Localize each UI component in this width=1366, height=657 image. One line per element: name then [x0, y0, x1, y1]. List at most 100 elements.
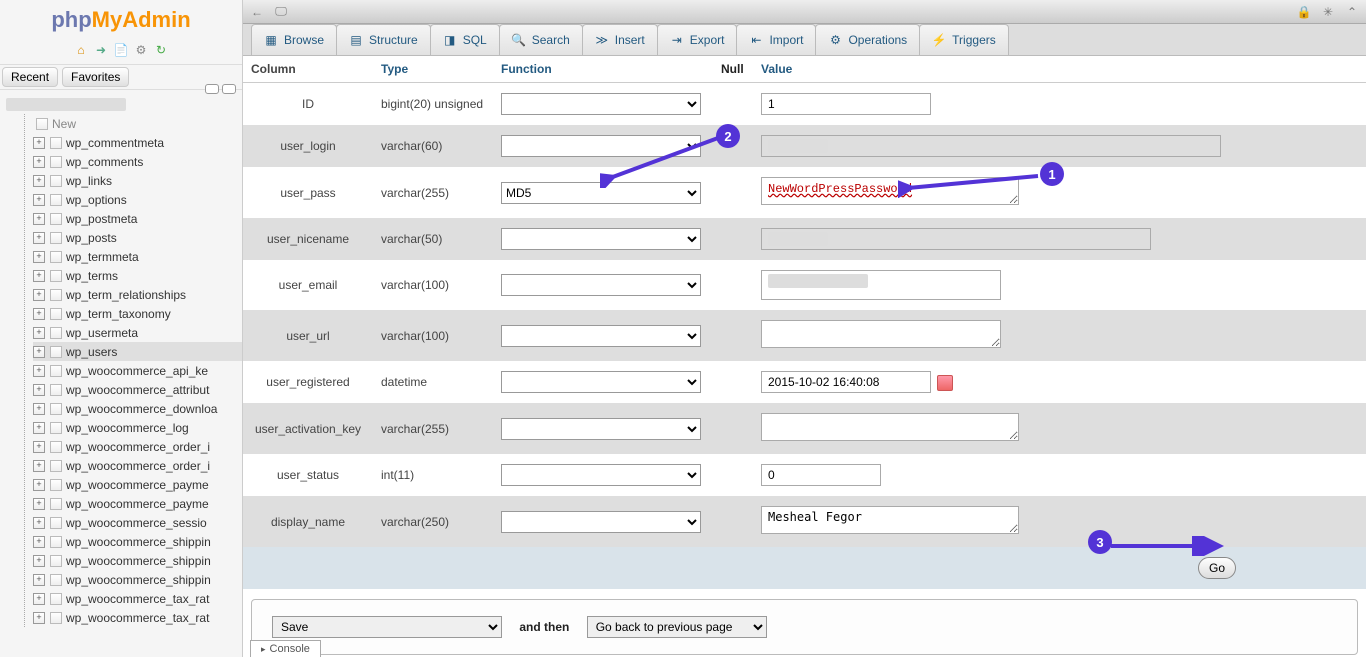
tree-table-wp_woocommerce_downloa[interactable]: wp_woocommerce_downloa — [33, 399, 242, 418]
expand-icon[interactable] — [33, 232, 45, 244]
expand-icon[interactable] — [33, 574, 45, 586]
expand-icon[interactable] — [33, 422, 45, 434]
value-input-user_login[interactable] — [761, 135, 1221, 157]
function-select-user_email[interactable] — [501, 274, 701, 296]
value-input-user_status[interactable] — [761, 464, 881, 486]
favorites-button[interactable]: Favorites — [62, 67, 129, 87]
tab-sql[interactable]: ◨SQL — [430, 24, 500, 55]
expand-icon[interactable] — [33, 137, 45, 149]
tree-table-wp_woocommerce_order_i[interactable]: wp_woocommerce_order_i — [33, 437, 242, 456]
tree-table-wp_termmeta[interactable]: wp_termmeta — [33, 247, 242, 266]
value-input-user_registered[interactable] — [761, 371, 931, 393]
expand-icon[interactable] — [33, 441, 45, 453]
server-icon[interactable]: 🖵 — [273, 5, 289, 19]
value-input-display_name[interactable]: Mesheal Fegor — [761, 506, 1019, 534]
tab-search[interactable]: 🔍Search — [499, 24, 583, 55]
tree-table-wp_woocommerce_tax_rat[interactable]: wp_woocommerce_tax_rat — [33, 589, 242, 608]
function-select-display_name[interactable] — [501, 511, 701, 533]
gear-icon[interactable]: ✳ — [1320, 5, 1336, 19]
expand-icon[interactable] — [33, 460, 45, 472]
expand-icon[interactable] — [33, 365, 45, 377]
tree-table-wp_commentmeta[interactable]: wp_commentmeta — [33, 133, 242, 152]
expand-icon[interactable] — [33, 498, 45, 510]
tab-triggers[interactable]: ⚡Triggers — [919, 24, 1009, 55]
value-input-user_url[interactable] — [761, 320, 1001, 348]
reload-icon[interactable]: ↻ — [153, 42, 169, 58]
expand-icon[interactable] — [33, 308, 45, 320]
tab-import[interactable]: ⇤Import — [736, 24, 816, 55]
tree-table-wp_links[interactable]: wp_links — [33, 171, 242, 190]
tab-structure[interactable]: ▤Structure — [336, 24, 431, 55]
recent-button[interactable]: Recent — [2, 67, 58, 87]
save-select[interactable]: Save — [272, 616, 502, 638]
expand-icon[interactable] — [33, 536, 45, 548]
th-type[interactable]: Type — [373, 56, 493, 83]
expand-icon[interactable] — [33, 479, 45, 491]
tree-table-wp_woocommerce_payme[interactable]: wp_woocommerce_payme — [33, 475, 242, 494]
function-select-user_activation_key[interactable] — [501, 418, 701, 440]
tree-table-wp_woocommerce_attribut[interactable]: wp_woocommerce_attribut — [33, 380, 242, 399]
th-value[interactable]: Value — [753, 56, 1366, 83]
expand-icon[interactable] — [33, 327, 45, 339]
tree-table-wp_postmeta[interactable]: wp_postmeta — [33, 209, 242, 228]
expand-icon[interactable] — [33, 346, 45, 358]
expand-icon[interactable] — [33, 593, 45, 605]
tree-new[interactable]: New — [33, 114, 242, 133]
tree-table-wp_term_relationships[interactable]: wp_term_relationships — [33, 285, 242, 304]
tree-table-wp_woocommerce_shippin[interactable]: wp_woocommerce_shippin — [33, 551, 242, 570]
tree-db-root[interactable] — [6, 94, 242, 114]
console-tab[interactable]: Console — [250, 640, 321, 657]
function-select-user_nicename[interactable] — [501, 228, 701, 250]
go-button[interactable]: Go — [1198, 557, 1236, 579]
expand-icon[interactable] — [33, 194, 45, 206]
then-select[interactable]: Go back to previous page — [587, 616, 767, 638]
tree-table-wp_woocommerce_payme[interactable]: wp_woocommerce_payme — [33, 494, 242, 513]
tree-table-wp_woocommerce_shippin[interactable]: wp_woocommerce_shippin — [33, 570, 242, 589]
tree-table-wp_woocommerce_log[interactable]: wp_woocommerce_log — [33, 418, 242, 437]
docs-icon[interactable]: 📄 — [113, 42, 129, 58]
tree-table-wp_woocommerce_api_ke[interactable]: wp_woocommerce_api_ke — [33, 361, 242, 380]
collapse-top-icon[interactable]: ⌃ — [1344, 5, 1360, 19]
tree-table-wp_terms[interactable]: wp_terms — [33, 266, 242, 285]
expand-icon[interactable] — [33, 289, 45, 301]
tree-table-wp_posts[interactable]: wp_posts — [33, 228, 242, 247]
value-input-user_activation_key[interactable] — [761, 413, 1019, 441]
calendar-icon[interactable] — [937, 375, 953, 391]
value-input-ID[interactable] — [761, 93, 931, 115]
tab-export[interactable]: ⇥Export — [657, 24, 738, 55]
function-select-user_url[interactable] — [501, 325, 701, 347]
tab-browse[interactable]: ▦Browse — [251, 24, 337, 55]
expand-icon[interactable] — [33, 555, 45, 567]
expand-icon[interactable] — [33, 384, 45, 396]
expand-icon[interactable] — [33, 251, 45, 263]
expand-icon[interactable] — [33, 156, 45, 168]
tree-table-wp_woocommerce_tax_rat[interactable]: wp_woocommerce_tax_rat — [33, 608, 242, 627]
tree-table-wp_woocommerce_order_i[interactable]: wp_woocommerce_order_i — [33, 456, 242, 475]
function-select-ID[interactable] — [501, 93, 701, 115]
tree-table-wp_comments[interactable]: wp_comments — [33, 152, 242, 171]
settings-icon[interactable]: ⚙ — [133, 42, 149, 58]
tree-table-wp_woocommerce_sessio[interactable]: wp_woocommerce_sessio — [33, 513, 242, 532]
function-select-user_status[interactable] — [501, 464, 701, 486]
tree-table-wp_term_taxonomy[interactable]: wp_term_taxonomy — [33, 304, 242, 323]
expand-icon[interactable] — [33, 612, 45, 624]
function-select-user_registered[interactable] — [501, 371, 701, 393]
tab-insert[interactable]: ≫Insert — [582, 24, 658, 55]
logout-icon[interactable]: ➜ — [93, 42, 109, 58]
expand-icon[interactable] — [33, 213, 45, 225]
home-icon[interactable]: ⌂ — [73, 42, 89, 58]
lock-icon[interactable]: 🔒 — [1296, 5, 1312, 19]
expand-icon[interactable] — [33, 270, 45, 282]
tree-table-wp_usermeta[interactable]: wp_usermeta — [33, 323, 242, 342]
tree-table-wp_woocommerce_shippin[interactable]: wp_woocommerce_shippin — [33, 532, 242, 551]
tree-table-wp_options[interactable]: wp_options — [33, 190, 242, 209]
collapse-handle[interactable] — [205, 84, 236, 94]
expand-icon[interactable] — [33, 517, 45, 529]
nav-back-icon[interactable]: ← — [249, 5, 265, 19]
tree-table-wp_users[interactable]: wp_users — [33, 342, 242, 361]
value-input-user_email[interactable] — [761, 270, 1001, 300]
tab-operations[interactable]: ⚙Operations — [815, 24, 920, 55]
expand-icon[interactable] — [33, 403, 45, 415]
value-input-user_nicename[interactable] — [761, 228, 1151, 250]
expand-icon[interactable] — [33, 175, 45, 187]
